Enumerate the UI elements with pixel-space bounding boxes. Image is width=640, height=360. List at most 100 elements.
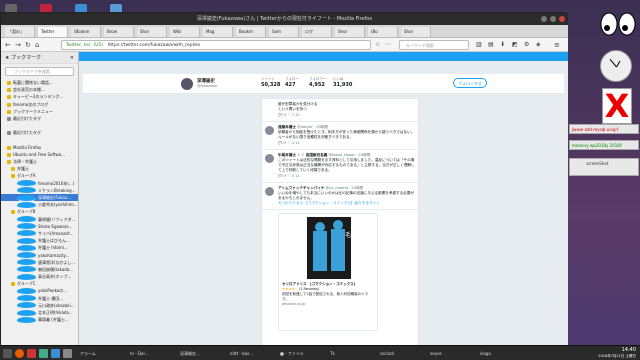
maximize-button[interactable] (550, 16, 556, 22)
bookmark-item[interactable]: 萬壇義 (弁護士... (1, 316, 78, 324)
bookmark-item[interactable]: 小倉秀夫(yoshihiro... (1, 201, 78, 209)
screenshot-icon[interactable]: ◩ (512, 41, 518, 49)
close-button[interactable] (559, 16, 565, 22)
tweet[interactable]: アトムファックチャンパイナ @ux_madnd · 20時間 いいねを増やしても本… (262, 183, 418, 210)
bookmark-item[interactable]: Ubuntu and Free Softwa... (1, 151, 78, 158)
like-icon[interactable]: ♡ (288, 113, 291, 117)
bookmark-item[interactable]: Shoko Egawa(e... (1, 223, 78, 230)
files-launcher-icon[interactable] (51, 349, 60, 358)
bookmark-item[interactable]: 弁護士 横田... (1, 295, 78, 302)
tab-11[interactable]: (Bo (368, 27, 398, 37)
avatar[interactable] (265, 154, 274, 163)
hamburger-menu-icon[interactable]: ≡ (554, 41, 560, 49)
url-bar[interactable]: Twitter, Inc. (US) https://twitter.com/f… (61, 40, 371, 50)
tweet[interactable]: 誰が犯罪者かを見分ける という問いを持つ 💬 ⟳ ♡ 1 12 (262, 99, 418, 122)
avatar[interactable] (181, 78, 193, 90)
bookmark-item[interactable]: サイバ(Amanarit... (1, 230, 78, 238)
bookmark-item[interactable]: ブックマークメニュー (1, 108, 78, 115)
retweet-icon[interactable]: ⟳ (283, 174, 286, 178)
reply-icon[interactable]: 💬 (278, 113, 282, 117)
bookmark-item[interactable]: yokoPoekoの... (1, 287, 78, 295)
start-menu-icon[interactable] (3, 349, 12, 358)
pocket-icon[interactable]: ◈ (536, 41, 541, 49)
tab-12[interactable]: Shor (401, 27, 431, 37)
bookmark-item[interactable]: 弁護士 hitomi... (1, 244, 78, 252)
bookmark-item[interactable]: 深澤諭史(Fukaz... (1, 194, 78, 202)
note-3[interactable]: screenShot (569, 158, 639, 176)
bookmark-item[interactable]: 唐澤貴洋(なかよし... (1, 259, 78, 266)
minimize-button[interactable] (541, 16, 547, 22)
tweet[interactable]: 中尾弁護士 ✓ ✓ 自国新旧名義 @takao_hawar · 20時間 このツイ… (262, 150, 418, 183)
search-input[interactable]: キーワード検索 (399, 40, 469, 50)
bookmark-item[interactable]: fenomo2016年(...) (1, 180, 78, 187)
taskbar-item[interactable]: xlogo (480, 349, 526, 358)
bookmark-item[interactable]: 最近付けたタグ (1, 129, 78, 136)
tweet-actions[interactable]: 💬 ⟳ ♡ 5 11 (278, 174, 415, 179)
tab-9[interactable]: ログ (302, 27, 332, 37)
taskbar-item[interactable]: ssclock (380, 349, 426, 358)
bookmark-item[interactable]: fenomo次のブログ (1, 101, 78, 108)
tab-5[interactable]: Wiki (170, 27, 200, 37)
like-icon[interactable]: ♡ (288, 174, 291, 178)
taskbar-item[interactable]: アラーム (80, 349, 126, 358)
note-2[interactable]: memory wp2018y 2018Y (569, 140, 639, 150)
taskbar-item[interactable]: Tk (330, 349, 376, 358)
settings-launcher-icon[interactable] (63, 349, 72, 358)
bookmark-item[interactable]: yokohamacity... (1, 252, 78, 259)
tab-6[interactable]: Mag (203, 27, 233, 37)
bookmark-item[interactable]: 真谷高弁(オンブ... (1, 273, 78, 281)
like-icon[interactable]: ♡ (288, 141, 291, 145)
retweet-icon[interactable]: ⟳ (283, 141, 286, 145)
tweet-author[interactable]: 中尾弁護士 ✓ ✓ 自国新旧名義 (278, 153, 327, 157)
app-launcher-icon[interactable] (27, 349, 36, 358)
tab-1[interactable]: Twitter (38, 27, 68, 37)
tab-3[interactable]: Brow (104, 27, 134, 37)
taskbar-item[interactable]: e4tt - bas... (230, 349, 276, 358)
sidebar-close-icon[interactable]: ✕ (70, 52, 74, 64)
sidebar-toggle-icon[interactable]: ▤ (488, 41, 494, 49)
note-1[interactable]: Jwww-add-mysql-unig-f (569, 124, 639, 134)
tab-7[interactable]: Bookm (236, 27, 266, 37)
profile-stat[interactable]: いいね 31,930 (333, 77, 352, 88)
avatar[interactable] (265, 187, 274, 196)
bookmark-item[interactable]: 最近付けたタグ (1, 115, 78, 122)
home-icon[interactable]: ⌂ (35, 41, 39, 49)
bookmark-item[interactable]: 藤原健(ゾフィアダ... (1, 216, 78, 223)
forward-arrow-icon[interactable]: → (15, 41, 21, 49)
bookmark-item[interactable]: 暁田崩壊(takada... (1, 266, 78, 274)
bookmark-item[interactable]: ミケランBreaking... (1, 187, 78, 194)
bookmark-item[interactable]: 弁護士ばびろん... (1, 237, 78, 245)
firefox-launcher-icon[interactable] (15, 349, 24, 358)
bookmark-item[interactable]: Mozilla Firefox (1, 144, 78, 151)
avatar[interactable] (265, 126, 274, 135)
back-arrow-icon[interactable]: ← (5, 41, 11, 49)
reply-icon[interactable]: 💬 (278, 174, 282, 178)
tweet-actions[interactable]: 💬 ⟳ ♡ 4 11 (278, 141, 415, 146)
retweet-icon[interactable]: ⟳ (283, 113, 286, 117)
bookmark-search-input[interactable]: ブックマークを検索 (5, 67, 74, 76)
reply-icon[interactable]: 💬 (278, 141, 282, 145)
menu-dots-icon[interactable]: ⋯ (385, 41, 391, 49)
tab-8[interactable]: Sam (269, 27, 299, 37)
follow-button[interactable]: フォローする (453, 78, 487, 88)
profile-stat[interactable]: フォロー 427 (285, 77, 299, 88)
download-icon[interactable]: ⬇ (500, 41, 505, 49)
book-card[interactable]: 毛 セリロアドリス [コマクション・コミックス] ★★★★☆ (1 Review… (278, 213, 378, 331)
tweet-actions[interactable]: 💬 ⟳ ♡ 1 12 (278, 113, 415, 118)
bookmark-item[interactable]: 法律・弁護士 (1, 158, 78, 165)
taskbar-item[interactable]: ■ - ファイル (280, 349, 326, 358)
tweet-author[interactable]: 遠藤弁護士 (278, 125, 296, 129)
tweet-author[interactable]: アトムファックチャンパイナ (278, 186, 324, 190)
bookmark-item[interactable]: グループA (1, 172, 78, 179)
taskbar-clock[interactable]: 14:40 2018年7月21日 土曜日 (598, 347, 636, 359)
profile-stat[interactable]: フォロワー 4,952 (309, 77, 327, 88)
library-icon[interactable]: ▥ (476, 41, 482, 49)
bookmark-item[interactable]: 元川政彦(okazaki... (1, 302, 78, 309)
bookmark-item[interactable]: グループC (1, 280, 78, 287)
taskbar-item[interactable]: tv - Dol... (130, 349, 176, 358)
bookmark-item[interactable]: 北本正明(hikada... (1, 309, 78, 317)
terminal-launcher-icon[interactable] (39, 349, 48, 358)
tab-2[interactable]: (Bookm (71, 27, 101, 37)
bookmark-star-icon[interactable]: ☆ (375, 41, 380, 49)
bookmark-item[interactable]: 会社発売の本棚... (1, 86, 78, 93)
